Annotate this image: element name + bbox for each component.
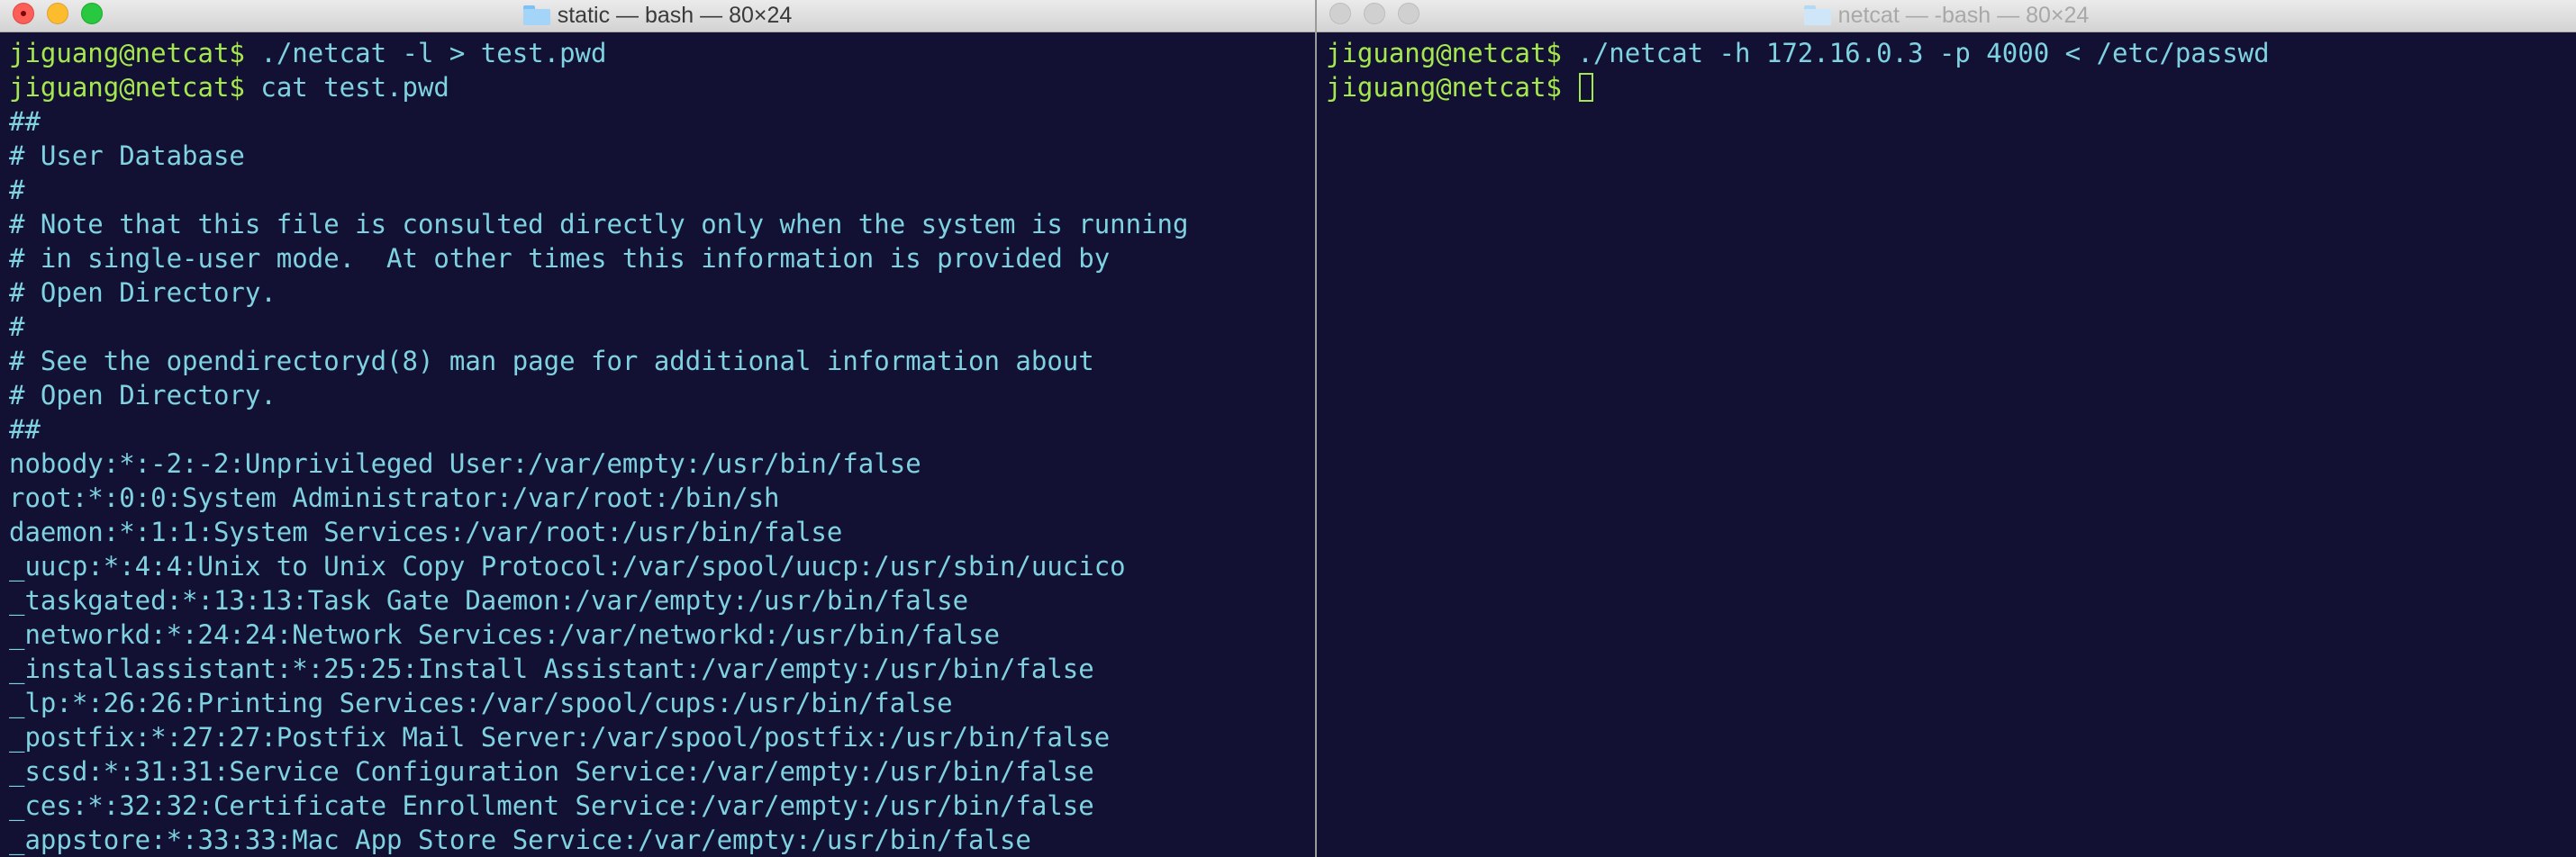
terminal-line: jiguang@netcat$: [1326, 70, 2576, 104]
output-text: root:*:0:0:System Administrator:/var/roo…: [9, 483, 780, 513]
window-title-text: static — bash — 80×24: [557, 2, 793, 28]
terminal-line: daemon:*:1:1:System Services:/var/root:/…: [9, 515, 1315, 549]
output-text: _taskgated:*:13:13:Task Gate Daemon:/var…: [9, 585, 969, 616]
terminal-line: #: [9, 173, 1315, 207]
shell-command: cat test.pwd: [244, 72, 449, 103]
terminal-line: _appstore:*:33:33:Mac App Store Service:…: [9, 823, 1315, 857]
terminal-line: # Open Directory.: [9, 275, 1315, 310]
terminal-content[interactable]: jiguang@netcat$ ./netcat -h 172.16.0.3 -…: [1317, 32, 2576, 857]
terminal-window-static[interactable]: static — bash — 80×24 jiguang@netcat$ ./…: [0, 0, 1315, 857]
output-text: # in single-user mode. At other times th…: [9, 243, 1111, 274]
window-titlebar[interactable]: netcat — -bash — 80×24: [1317, 0, 2576, 32]
terminal-line: jiguang@netcat$ ./netcat -l > test.pwd: [9, 36, 1315, 70]
shell-prompt: jiguang@netcat$: [1326, 38, 1562, 68]
output-text: _installassistant:*:25:25:Install Assist…: [9, 654, 1094, 684]
terminal-line: _installassistant:*:25:25:Install Assist…: [9, 652, 1315, 686]
output-text: # Open Directory.: [9, 380, 277, 410]
shell-prompt: jiguang@netcat$: [9, 72, 245, 103]
terminal-line: ##: [9, 412, 1315, 447]
output-text: nobody:*:-2:-2:Unprivileged User:/var/em…: [9, 448, 921, 479]
terminal-line: # Note that this file is consulted direc…: [9, 207, 1315, 241]
window-title: netcat — -bash — 80×24: [1317, 0, 2576, 31]
window-titlebar[interactable]: static — bash — 80×24: [0, 0, 1315, 32]
terminal-line: ##: [9, 104, 1315, 139]
terminal-line: _networkd:*:24:24:Network Services:/var/…: [9, 618, 1315, 652]
output-text: # See the opendirectoryd(8) man page for…: [9, 346, 1094, 376]
terminal-line: # User Database: [9, 139, 1315, 173]
terminal-line: root:*:0:0:System Administrator:/var/roo…: [9, 481, 1315, 515]
terminal-line: _lp:*:26:26:Printing Services:/var/spool…: [9, 686, 1315, 720]
terminal-line: # See the opendirectoryd(8) man page for…: [9, 344, 1315, 378]
output-text: ##: [9, 106, 41, 137]
terminal-line: # Open Directory.: [9, 378, 1315, 412]
window-title-text: netcat — -bash — 80×24: [1837, 2, 2090, 28]
terminal-window-netcat[interactable]: netcat — -bash — 80×24 jiguang@netcat$ .…: [1317, 0, 2576, 857]
terminal-line: #: [9, 310, 1315, 344]
output-text: _postfix:*:27:27:Postfix Mail Server:/va…: [9, 722, 1111, 753]
folder-icon: [1803, 5, 1831, 25]
output-text: # Open Directory.: [9, 277, 277, 308]
text-cursor[interactable]: [1579, 73, 1594, 102]
folder-icon: [522, 5, 550, 25]
terminal-line: jiguang@netcat$ cat test.pwd: [9, 70, 1315, 104]
screen: static — bash — 80×24 jiguang@netcat$ ./…: [0, 0, 2576, 857]
shell-command: ./netcat -h 172.16.0.3 -p 4000 < /etc/pa…: [1561, 38, 2270, 68]
shell-prompt: jiguang@netcat$: [9, 38, 245, 68]
window-title: static — bash — 80×24: [0, 0, 1315, 31]
terminal-line: # in single-user mode. At other times th…: [9, 241, 1315, 275]
shell-command: ./netcat -l > test.pwd: [244, 38, 607, 68]
output-text: _appstore:*:33:33:Mac App Store Service:…: [9, 825, 1031, 855]
output-text: _networkd:*:24:24:Network Services:/var/…: [9, 619, 1000, 650]
terminal-line: jiguang@netcat$ ./netcat -h 172.16.0.3 -…: [1326, 36, 2576, 70]
output-text: # User Database: [9, 140, 245, 171]
shell-command: [1562, 72, 1577, 103]
output-text: _uucp:*:4:4:Unix to Unix Copy Protocol:/…: [9, 551, 1126, 582]
shell-prompt: jiguang@netcat$: [1326, 72, 1562, 103]
terminal-content[interactable]: jiguang@netcat$ ./netcat -l > test.pwd ji…: [0, 32, 1315, 857]
output-text: ##: [9, 414, 41, 445]
terminal-line: _taskgated:*:13:13:Task Gate Daemon:/var…: [9, 583, 1315, 618]
output-text: _ces:*:32:32:Certificate Enrollment Serv…: [9, 790, 1094, 821]
terminal-line: nobody:*:-2:-2:Unprivileged User:/var/em…: [9, 447, 1315, 481]
output-text: #: [9, 311, 25, 342]
output-text: daemon:*:1:1:System Services:/var/root:/…: [9, 517, 843, 547]
output-text: # Note that this file is consulted direc…: [9, 209, 1189, 239]
terminal-line: _ces:*:32:32:Certificate Enrollment Serv…: [9, 789, 1315, 823]
terminal-line: _scsd:*:31:31:Service Configuration Serv…: [9, 754, 1315, 789]
terminal-line: _uucp:*:4:4:Unix to Unix Copy Protocol:/…: [9, 549, 1315, 583]
output-text: _lp:*:26:26:Printing Services:/var/spool…: [9, 688, 953, 718]
terminal-line: _postfix:*:27:27:Postfix Mail Server:/va…: [9, 720, 1315, 754]
output-text: _scsd:*:31:31:Service Configuration Serv…: [9, 756, 1094, 787]
output-text: #: [9, 175, 25, 205]
